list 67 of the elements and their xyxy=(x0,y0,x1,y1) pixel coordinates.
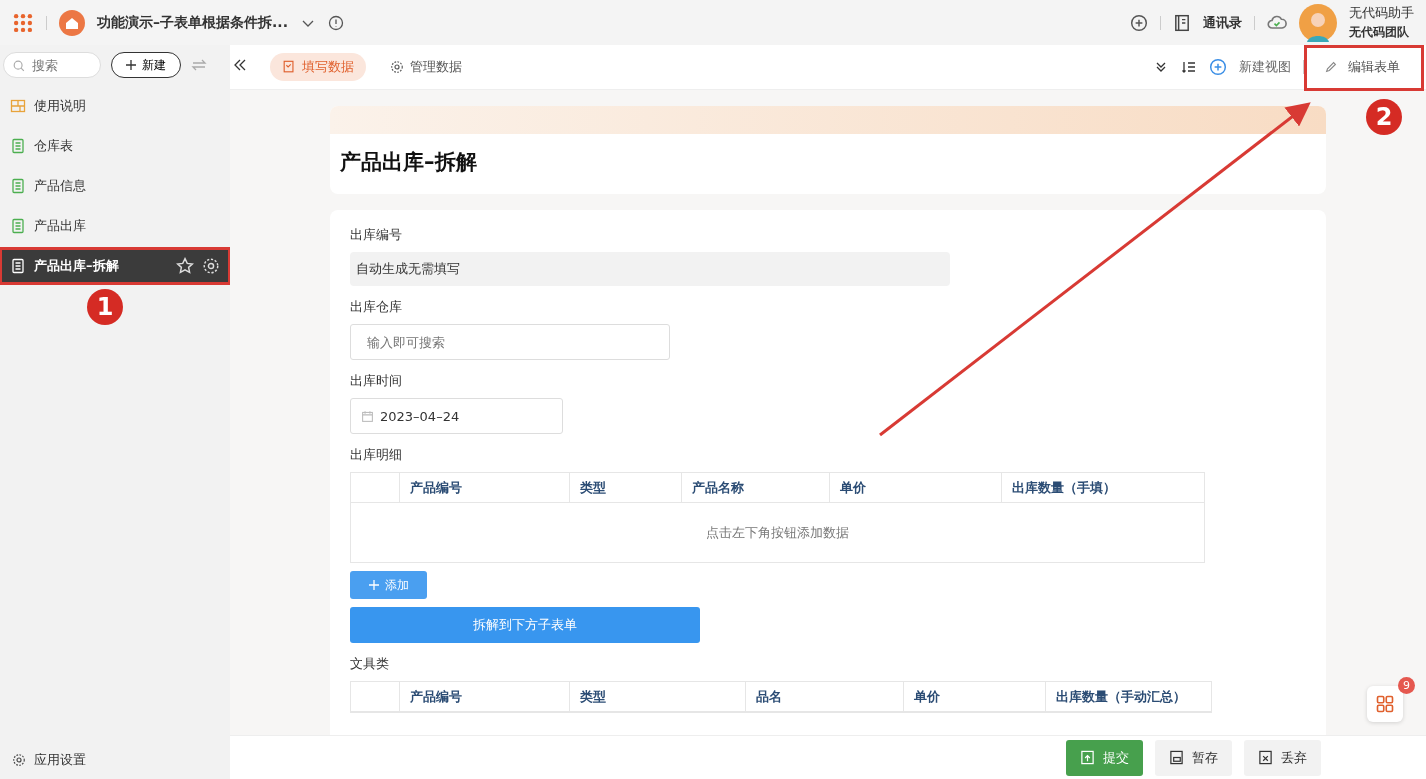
sidebar-item[interactable]: 产品信息 xyxy=(0,168,230,204)
collapse-icon xyxy=(232,57,248,73)
column-header: 产品编号 xyxy=(399,473,569,502)
gear-icon xyxy=(202,257,220,275)
column-header: 单价 xyxy=(829,473,1001,502)
discard-icon xyxy=(1258,750,1273,765)
home-icon xyxy=(59,9,85,36)
contacts-link[interactable]: 通讯录 xyxy=(1203,13,1242,32)
search-field[interactable]: 搜索 xyxy=(3,52,101,78)
app-settings-link[interactable]: 应用设置 xyxy=(34,751,86,769)
empty-hint: 点击左下角按钮添加数据 xyxy=(705,523,850,542)
plus-icon xyxy=(126,60,136,70)
plus-circle-icon xyxy=(1130,13,1148,32)
edit-form-button[interactable]: 编辑表单 xyxy=(1348,58,1400,76)
info-icon xyxy=(327,14,344,31)
pencil-icon xyxy=(1324,60,1338,74)
edit-document-icon xyxy=(282,60,296,74)
book-icon xyxy=(1173,13,1191,32)
plus-circle-icon xyxy=(1209,58,1227,76)
team-name: 无代码团队 xyxy=(1349,24,1410,41)
user-name: 无代码助手 xyxy=(1349,4,1414,22)
save-icon xyxy=(1169,750,1184,765)
form-title: 产品出库–拆解 xyxy=(340,150,477,174)
document-icon xyxy=(10,138,26,154)
sidebar-item[interactable]: 使用说明 xyxy=(0,88,230,124)
column-header: 品名 xyxy=(745,682,903,711)
tab[interactable]: 管理数据 xyxy=(378,53,474,81)
app-title: 功能演示–子表单根据条件拆... xyxy=(97,13,288,32)
swap-icon xyxy=(191,57,207,73)
column-header: 产品编号 xyxy=(399,682,569,711)
gear-icon xyxy=(12,753,26,767)
field-label: 出库时间 xyxy=(350,372,403,390)
column-header: 类型 xyxy=(569,473,681,502)
avatar[interactable] xyxy=(1299,3,1337,42)
grid-icon xyxy=(1375,694,1395,714)
calendar-icon xyxy=(361,409,374,423)
star-icon xyxy=(176,257,194,275)
sort-icon xyxy=(1181,59,1197,75)
field-label: 文具类 xyxy=(350,655,390,673)
column-header: 产品名称 xyxy=(681,473,829,502)
sidebar-item[interactable]: 仓库表 xyxy=(0,128,230,164)
upload-icon xyxy=(1080,750,1095,765)
document-icon xyxy=(10,258,26,274)
apps-icon xyxy=(12,11,34,34)
footer-button[interactable]: 丢弃 xyxy=(1244,739,1321,776)
document-icon xyxy=(10,218,26,234)
column-header: 出库数量（手动汇总） xyxy=(1045,682,1211,711)
layout-icon xyxy=(10,98,26,114)
footer-button[interactable]: 暂存 xyxy=(1155,739,1232,776)
field-label: 出库明细 xyxy=(350,446,403,464)
date-field[interactable]: 2023–04–24 xyxy=(350,398,563,434)
column-header: 单价 xyxy=(903,682,1045,711)
apps-float-button[interactable] xyxy=(1367,686,1403,722)
warehouse-field[interactable]: 输入即可搜索 xyxy=(350,324,670,360)
document-icon xyxy=(10,178,26,194)
sidebar-item[interactable]: 产品出库 xyxy=(0,208,230,244)
column-header: 出库数量（手填） xyxy=(1001,473,1204,502)
search-icon xyxy=(12,59,26,73)
sidebar-item[interactable]: 产品出库–拆解 xyxy=(0,248,230,284)
field-label: 出库编号 xyxy=(350,226,403,244)
new-view-button[interactable]: 新建视图 xyxy=(1239,58,1291,76)
readonly-field: 自动生成无需填写 xyxy=(350,252,950,286)
gear-icon xyxy=(390,60,404,74)
column-header: 类型 xyxy=(569,682,745,711)
new-button[interactable]: 新建 xyxy=(111,52,181,78)
field-label: 出库仓库 xyxy=(350,298,403,316)
plus-icon xyxy=(368,580,379,590)
